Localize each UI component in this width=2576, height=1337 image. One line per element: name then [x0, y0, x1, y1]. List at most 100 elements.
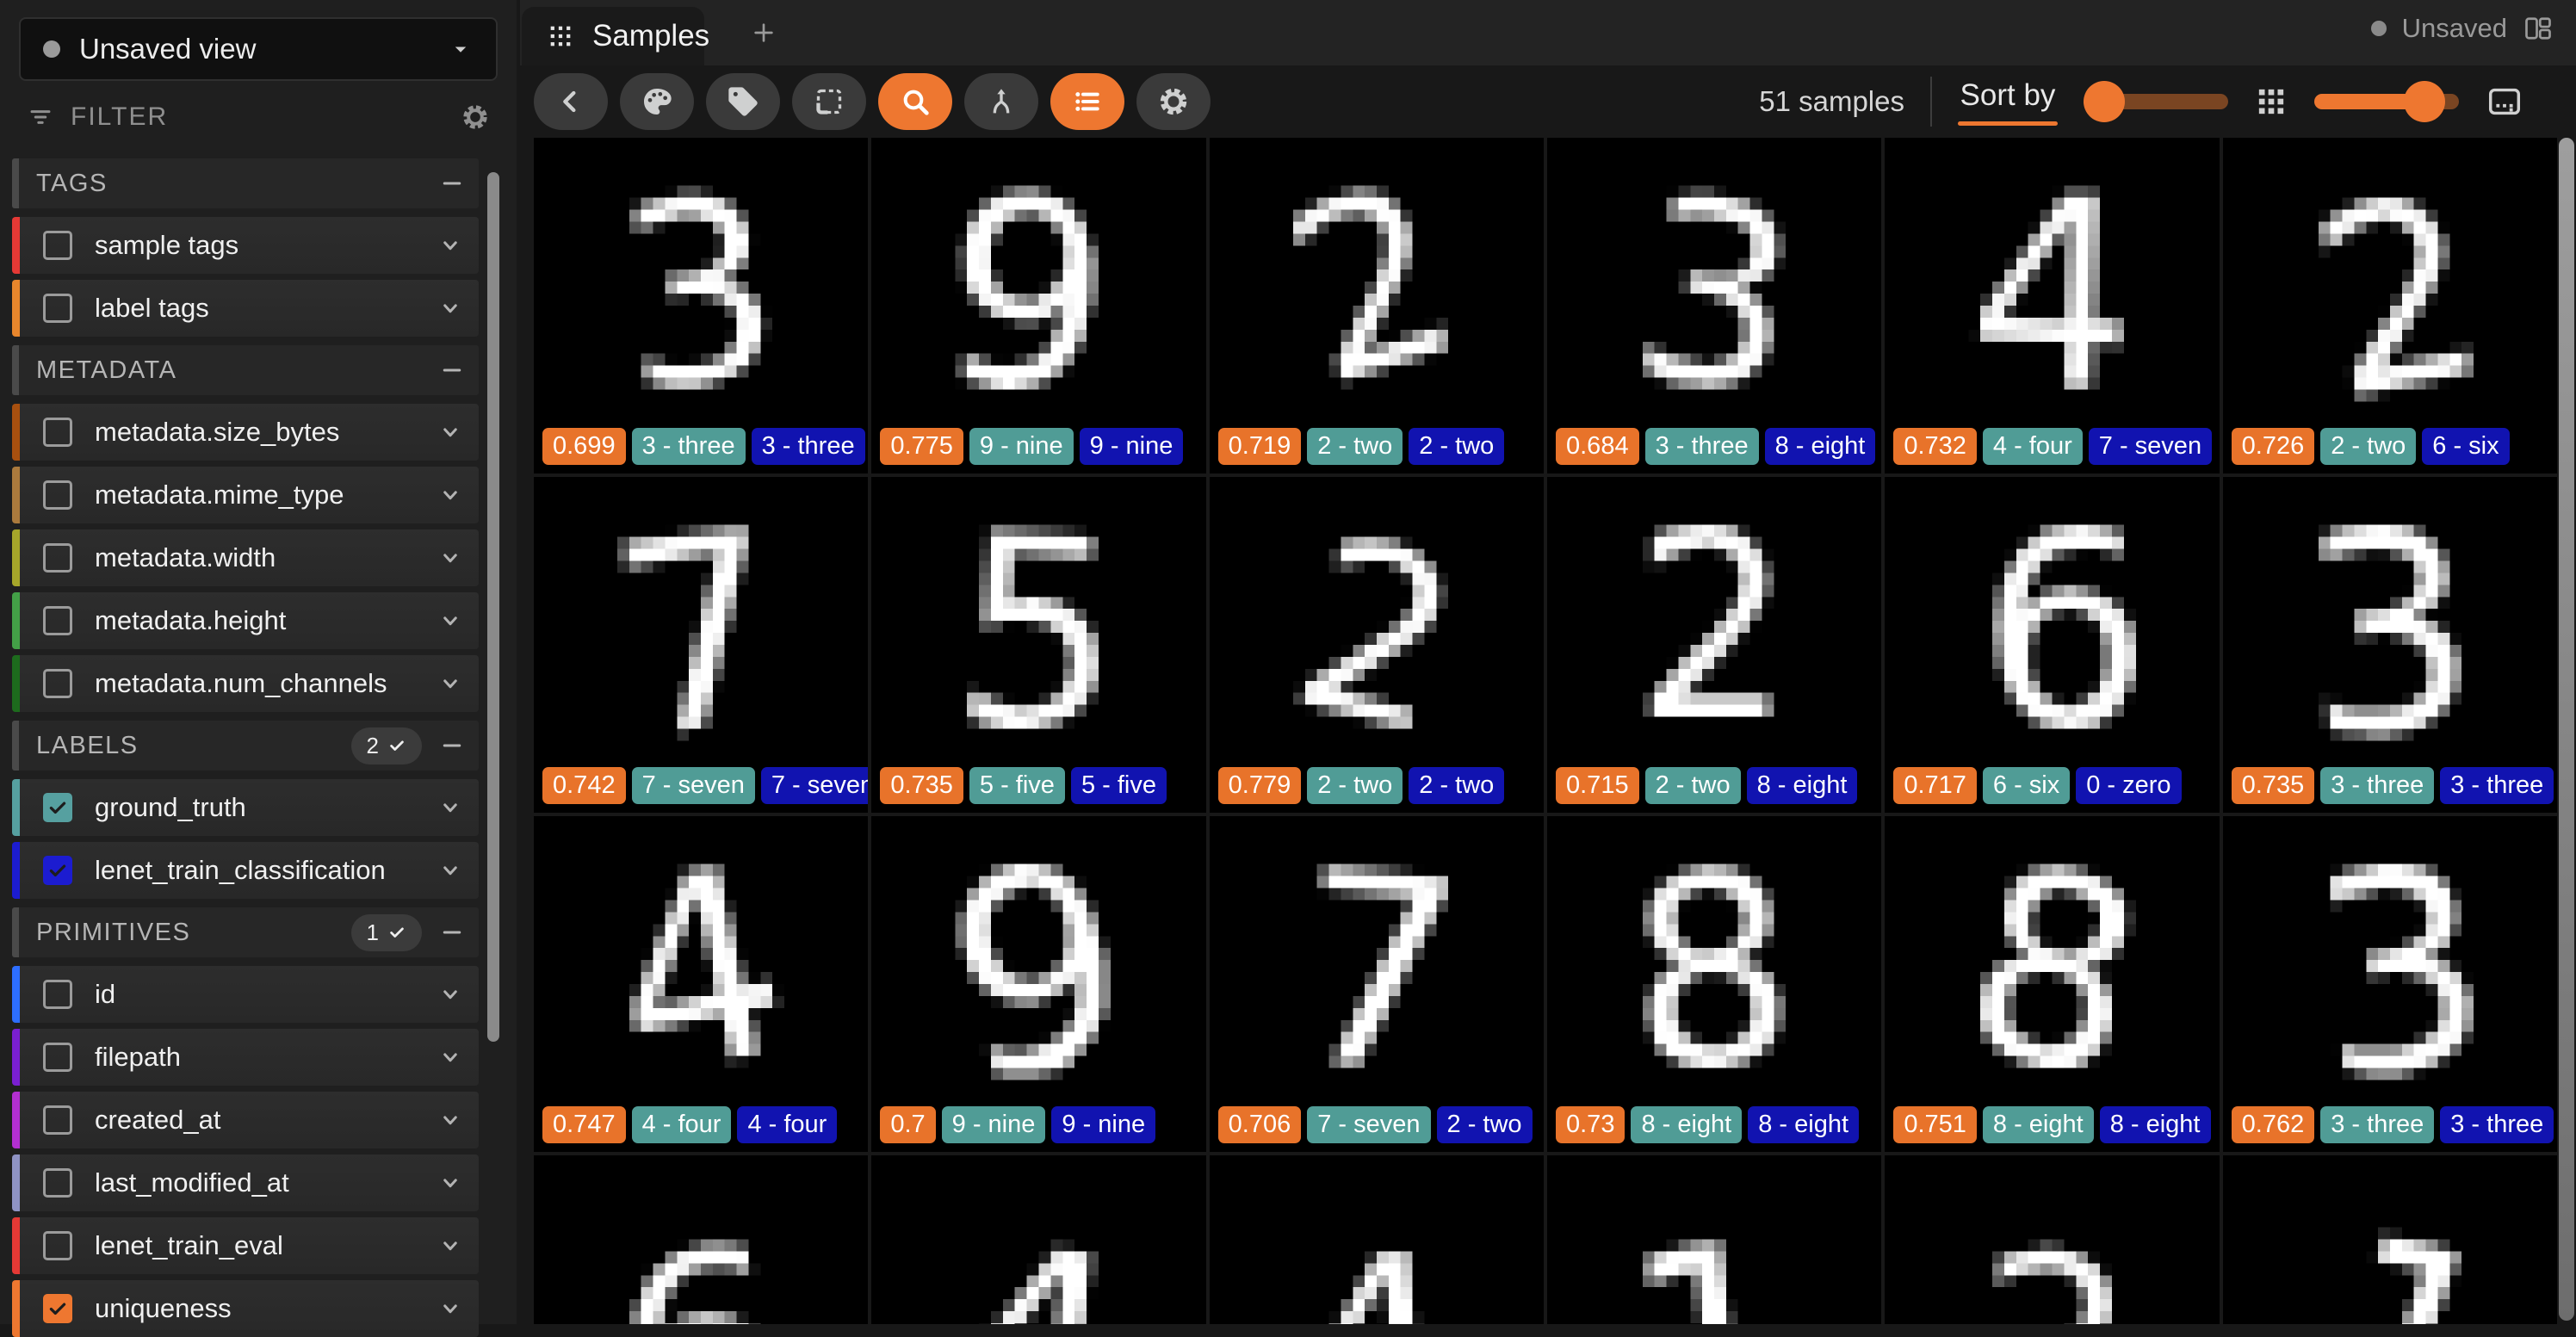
ground-truth-chip[interactable]: 2 - two	[2320, 428, 2416, 465]
prediction-chip[interactable]: 7 - seven	[761, 767, 868, 804]
grid-squares-icon[interactable]	[2254, 84, 2288, 119]
prediction-chip[interactable]: 9 - nine	[1080, 428, 1184, 465]
section-filter-badge[interactable]: 2	[351, 727, 422, 764]
prediction-chip[interactable]: 0 - zero	[2076, 767, 2181, 804]
prediction-chip[interactable]: 7 - seven	[2089, 428, 2212, 465]
field-checkbox[interactable]	[43, 294, 72, 323]
field-checkbox[interactable]	[43, 231, 72, 260]
chevron-down-icon[interactable]	[437, 482, 463, 508]
sidebar-field-label-tags[interactable]: label tags	[12, 280, 479, 337]
sample-tile[interactable]: 0.7192 - two2 - two	[1210, 138, 1544, 474]
uniqueness-chip[interactable]: 0.717	[1893, 767, 1977, 804]
ground-truth-chip[interactable]: 3 - three	[2320, 1106, 2434, 1143]
uniqueness-chip[interactable]: 0.706	[1218, 1106, 1302, 1143]
grid-scrollbar[interactable]	[2559, 138, 2574, 1321]
field-checkbox[interactable]	[43, 480, 72, 510]
sample-tile[interactable]: 0.7623 - three3 - three	[2223, 816, 2557, 1152]
ground-truth-chip[interactable]: 4 - four	[1983, 428, 2083, 465]
sample-tile[interactable]: 0.79 - nine9 - nine	[871, 816, 1205, 1152]
chevron-down-icon[interactable]	[437, 545, 463, 571]
back-button[interactable]	[534, 73, 608, 130]
sidebar-field-metadata-height[interactable]: metadata.height	[12, 592, 479, 649]
uniqueness-chip[interactable]: 0.735	[880, 767, 963, 804]
sidebar-settings-gear-icon[interactable]	[460, 102, 491, 133]
sample-tile[interactable]	[2223, 1155, 2557, 1324]
sample-tile[interactable]: 0.7518 - eight8 - eight	[1885, 816, 2219, 1152]
sample-tile[interactable]: 0.7262 - two6 - six	[2223, 138, 2557, 474]
sample-tile[interactable]: 0.7792 - two2 - two	[1210, 477, 1544, 813]
slider-knob[interactable]	[2084, 81, 2125, 122]
chevron-down-icon[interactable]	[437, 419, 463, 445]
uniqueness-chip[interactable]: 0.751	[1893, 1106, 1977, 1143]
section-header-tags[interactable]: TAGS	[12, 158, 479, 208]
ground-truth-chip[interactable]: 2 - two	[1307, 428, 1403, 465]
section-header-labels[interactable]: LABELS 2	[12, 721, 479, 771]
chevron-down-icon[interactable]	[437, 795, 463, 820]
prediction-chip[interactable]: 8 - eight	[1748, 1106, 1859, 1143]
uniqueness-chip[interactable]: 0.73	[1556, 1106, 1625, 1143]
prediction-chip[interactable]: 8 - eight	[1747, 767, 1858, 804]
chevron-down-icon[interactable]	[437, 1233, 463, 1259]
uniqueness-chip[interactable]: 0.726	[2232, 428, 2315, 465]
patches-button[interactable]	[792, 73, 866, 130]
chevron-down-icon[interactable]	[437, 232, 463, 258]
prediction-chip[interactable]: 2 - two	[1409, 767, 1504, 804]
sidebar-field-lenet_train_classification[interactable]: lenet_train_classification	[12, 842, 479, 899]
field-checkbox[interactable]	[43, 793, 72, 822]
collapse-section-icon[interactable]	[439, 170, 465, 196]
field-checkbox[interactable]	[43, 418, 72, 447]
prediction-chip[interactable]: 9 - nine	[1051, 1106, 1155, 1143]
ground-truth-chip[interactable]: 9 - nine	[969, 428, 1074, 465]
uniqueness-chip[interactable]: 0.715	[1556, 767, 1639, 804]
prediction-chip[interactable]: 8 - eight	[2100, 1106, 2211, 1143]
uniqueness-chip[interactable]: 0.762	[2232, 1106, 2315, 1143]
sample-tile[interactable]: 0.7427 - seven7 - seven	[534, 477, 868, 813]
uniqueness-chip[interactable]: 0.719	[1218, 428, 1302, 465]
prediction-chip[interactable]: 3 - three	[2440, 1106, 2554, 1143]
field-checkbox[interactable]	[43, 980, 72, 1009]
field-checkbox[interactable]	[43, 606, 72, 635]
tab-samples[interactable]: Samples	[522, 7, 704, 65]
chevron-down-icon[interactable]	[437, 1107, 463, 1133]
sample-tile[interactable]: 0.7355 - five5 - five	[871, 477, 1205, 813]
sample-tile[interactable]	[1885, 1155, 2219, 1324]
ground-truth-chip[interactable]: 3 - three	[632, 428, 746, 465]
ground-truth-chip[interactable]: 7 - seven	[632, 767, 755, 804]
collapse-section-icon[interactable]	[439, 733, 465, 758]
sidebar-field-metadata-size_bytes[interactable]: metadata.size_bytes	[12, 404, 479, 461]
section-header-primitives[interactable]: PRIMITIVES 1	[12, 907, 479, 957]
sample-tile[interactable]: 0.7353 - three3 - three	[2223, 477, 2557, 813]
sidebar-field-uniqueness[interactable]: uniqueness	[12, 1280, 479, 1337]
ground-truth-chip[interactable]: 9 - nine	[942, 1106, 1046, 1143]
ground-truth-chip[interactable]: 8 - eight	[1983, 1106, 2094, 1143]
ground-truth-chip[interactable]: 3 - three	[1645, 428, 1759, 465]
sidebar-field-last_modified_at[interactable]: last_modified_at	[12, 1154, 479, 1211]
sidebar-field-metadata-mime_type[interactable]: metadata.mime_type	[12, 467, 479, 523]
chevron-down-icon[interactable]	[437, 981, 463, 1007]
sidebar-field-ground_truth[interactable]: ground_truth	[12, 779, 479, 836]
field-checkbox[interactable]	[43, 1105, 72, 1135]
field-checkbox[interactable]	[43, 543, 72, 573]
sidebar-field-metadata-num_channels[interactable]: metadata.num_channels	[12, 655, 479, 712]
sort-by-button[interactable]: Sort by	[1958, 78, 2058, 126]
sample-tile[interactable]: 0.7067 - seven2 - two	[1210, 816, 1544, 1152]
prediction-chip[interactable]: 8 - eight	[1765, 428, 1876, 465]
chevron-down-icon[interactable]	[437, 608, 463, 634]
similarity-button[interactable]	[964, 73, 1038, 130]
sidebar-field-metadata-width[interactable]: metadata.width	[12, 529, 479, 586]
sample-tile[interactable]: 0.7759 - nine9 - nine	[871, 138, 1205, 474]
prediction-chip[interactable]: 2 - two	[1437, 1106, 1533, 1143]
tag-samples-button[interactable]	[706, 73, 780, 130]
uniqueness-chip[interactable]: 0.684	[1556, 428, 1639, 465]
ground-truth-chip[interactable]: 8 - eight	[1631, 1106, 1742, 1143]
color-settings-button[interactable]	[620, 73, 694, 130]
chevron-down-icon[interactable]	[437, 1296, 463, 1322]
field-checkbox[interactable]	[43, 669, 72, 698]
sample-tile[interactable]: 0.7152 - two8 - eight	[1547, 477, 1881, 813]
ground-truth-chip[interactable]: 4 - four	[632, 1106, 732, 1143]
ground-truth-chip[interactable]: 2 - two	[1307, 767, 1403, 804]
tagging-slider[interactable]	[2084, 94, 2228, 109]
ground-truth-chip[interactable]: 5 - five	[969, 767, 1065, 804]
resize-grid-icon[interactable]	[2485, 82, 2524, 121]
collapse-section-icon[interactable]	[439, 919, 465, 945]
